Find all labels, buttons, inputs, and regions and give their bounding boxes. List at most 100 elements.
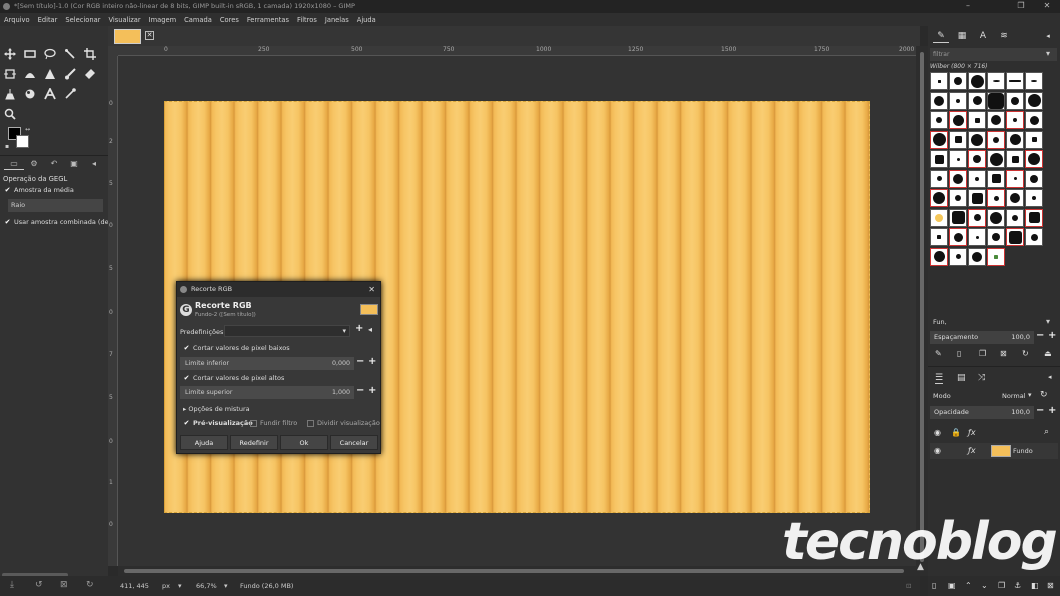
brush-thumbnail[interactable] <box>930 150 948 168</box>
patterns-tab-icon[interactable]: ▦ <box>954 29 970 43</box>
increment-icon[interactable]: + <box>1048 330 1056 341</box>
brush-thumbnail[interactable] <box>1025 111 1043 129</box>
brush-thumbnail[interactable] <box>1025 189 1043 207</box>
device-status-tab-icon[interactable]: ⚙ <box>24 158 44 170</box>
brush-thumbnail[interactable] <box>987 72 1005 90</box>
increment-icon[interactable]: + <box>1048 405 1056 416</box>
brush-thumbnail[interactable] <box>968 247 986 266</box>
duplicate-layer-icon[interactable]: ❐ <box>998 581 1005 590</box>
brush-thumbnail[interactable] <box>1006 189 1024 207</box>
reset-button[interactable]: Redefinir <box>230 435 278 450</box>
mode-select[interactable]: Normal <box>1002 392 1026 400</box>
delete-options-icon[interactable]: ⊠ <box>60 580 68 590</box>
zoom-select[interactable]: 66,7% <box>196 582 217 590</box>
chevron-down-icon[interactable]: ▾ <box>224 582 228 590</box>
brush-thumbnail[interactable] <box>968 189 986 207</box>
brush-thumbnail[interactable] <box>968 208 986 227</box>
brush-thumbnail[interactable] <box>949 91 967 110</box>
raise-layer-icon[interactable]: ⌃ <box>965 581 972 590</box>
smudge-icon[interactable] <box>21 86 39 102</box>
crop-icon[interactable] <box>81 46 99 62</box>
brush-thumbnail[interactable] <box>987 247 1005 266</box>
brush-thumbnail[interactable] <box>987 91 1005 110</box>
brush-thumbnail[interactable] <box>949 208 967 227</box>
brush-tag[interactable]: Fun, <box>933 318 947 326</box>
fonts-tab-icon[interactable]: A <box>975 29 991 43</box>
brush-thumbnail[interactable] <box>987 111 1005 129</box>
brush-thumbnail[interactable] <box>949 247 967 266</box>
tab-menu-icon[interactable]: ◂ <box>84 158 104 170</box>
warp-icon[interactable] <box>21 66 39 82</box>
menu-janelas[interactable]: Janelas <box>325 16 349 24</box>
brush-thumbnail[interactable] <box>1025 91 1043 110</box>
open-as-image-icon[interactable]: ⏏ <box>1044 349 1052 358</box>
gradients-tab-icon[interactable]: ≋ <box>996 29 1012 43</box>
brush-thumbnail[interactable] <box>1025 208 1043 227</box>
ok-button[interactable]: Ok <box>280 435 328 450</box>
paint-select-icon[interactable] <box>41 66 59 82</box>
composite-mode-icon[interactable]: ↻ <box>1040 390 1048 400</box>
rect-select-icon[interactable] <box>21 46 39 62</box>
brush-thumbnail[interactable] <box>1006 169 1024 188</box>
cancel-button[interactable]: Cancelar <box>330 435 378 450</box>
images-tab-icon[interactable]: ▣ <box>64 158 84 170</box>
brush-thumbnail[interactable] <box>968 130 986 149</box>
minimize-button[interactable]: – <box>955 0 981 13</box>
eraser-icon[interactable] <box>81 66 99 82</box>
clone-icon[interactable] <box>1 86 19 102</box>
spacing-spinner[interactable]: Espaçamento 100,0 <box>930 331 1034 344</box>
close-window-button[interactable]: ✕ <box>1034 0 1060 13</box>
brush-thumbnail[interactable] <box>1025 130 1043 149</box>
brush-thumbnail[interactable] <box>968 169 986 188</box>
brush-thumbnail[interactable] <box>987 189 1005 207</box>
decrement-icon[interactable]: − <box>1036 405 1044 416</box>
high-limit-value[interactable]: 1,000 <box>332 386 350 399</box>
clip-low-checkbox[interactable]: ✔ Cortar valores de pixel baixos <box>183 344 290 352</box>
menu-camada[interactable]: Camada <box>184 16 212 24</box>
text-tool-icon[interactable] <box>41 86 59 102</box>
close-dialog-icon[interactable]: ✕ <box>368 282 375 297</box>
effects-fx-icon[interactable]: ƒx <box>968 446 976 455</box>
brush-thumbnail[interactable] <box>930 169 948 188</box>
brush-filter-input[interactable]: filtrar <box>930 48 1057 61</box>
swap-colors-icon[interactable]: ↔ <box>25 126 30 133</box>
menu-imagem[interactable]: Imagem <box>149 16 176 24</box>
chevron-down-icon[interactable]: ▾ <box>178 582 182 590</box>
background-color[interactable] <box>16 135 29 148</box>
lock-icon[interactable]: 🔒 <box>951 428 961 437</box>
new-group-icon[interactable]: ▣ <box>948 581 956 590</box>
clip-high-checkbox[interactable]: ✔ Cortar valores de pixel altos <box>183 374 285 382</box>
brush-thumbnail[interactable] <box>1006 130 1024 149</box>
anchor-layer-icon[interactable]: ⚓ <box>1014 581 1021 590</box>
brush-thumbnail[interactable] <box>930 130 948 149</box>
preview-checkbox[interactable]: ✔ Pré-visualização <box>183 419 253 427</box>
decrement-icon[interactable]: − <box>356 385 364 396</box>
menu-selecionar[interactable]: Selecionar <box>65 16 100 24</box>
presets-combo[interactable]: ▾ <box>224 325 350 337</box>
brush-thumbnail[interactable] <box>1025 228 1043 246</box>
brush-thumbnail[interactable] <box>1006 111 1024 129</box>
brush-thumbnail[interactable] <box>1006 208 1024 227</box>
brush-thumbnail[interactable] <box>968 91 986 110</box>
reset-options-icon[interactable]: ↻ <box>86 580 94 590</box>
preset-menu-icon[interactable]: ◂ <box>368 325 372 334</box>
brush-thumbnail[interactable] <box>930 91 948 110</box>
zoom-icon[interactable] <box>1 106 19 122</box>
opacity-spinner[interactable]: Opacidade 100,0 <box>930 406 1034 419</box>
visibility-eye-icon[interactable]: ◉ <box>934 428 941 437</box>
low-limit-value[interactable]: 0,000 <box>332 357 350 370</box>
edit-brush-icon[interactable]: ✎ <box>935 349 942 358</box>
delete-layer-icon[interactable]: ⊠ <box>1047 581 1054 590</box>
fuzzy-select-icon[interactable] <box>61 46 79 62</box>
increment-icon[interactable]: + <box>368 356 376 367</box>
chevron-down-icon[interactable]: ▾ <box>1028 391 1032 399</box>
blend-options-expander[interactable]: ▸ Opções de mistura <box>183 405 250 413</box>
undo-history-tab-icon[interactable]: ↶ <box>44 158 64 170</box>
chevron-down-icon[interactable]: ▾ <box>1046 49 1050 58</box>
visibility-eye-icon[interactable]: ◉ <box>934 446 941 455</box>
search-icon[interactable]: ⌕ <box>1044 427 1049 437</box>
transform-icon[interactable] <box>1 66 19 82</box>
brush-thumbnail[interactable] <box>930 189 948 207</box>
brush-thumbnail[interactable] <box>987 150 1005 168</box>
brush-thumbnail[interactable] <box>987 228 1005 246</box>
